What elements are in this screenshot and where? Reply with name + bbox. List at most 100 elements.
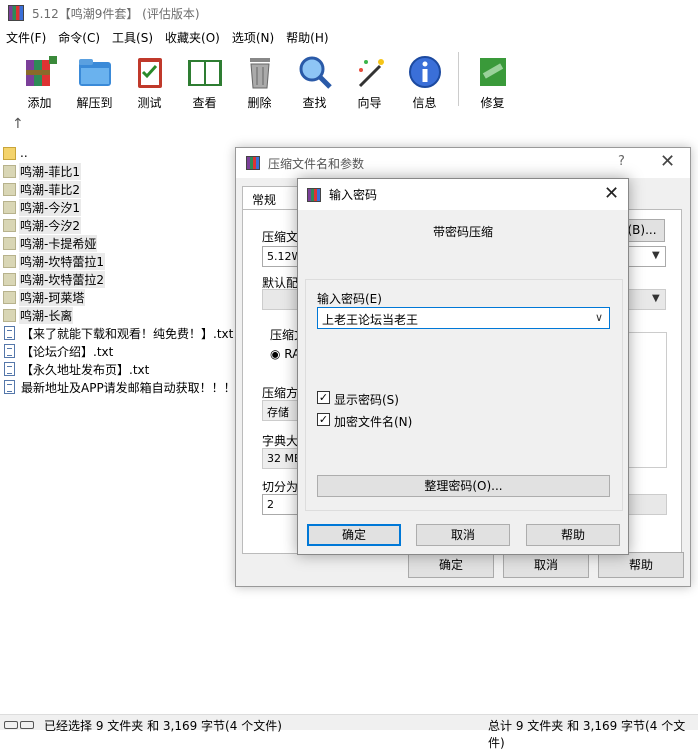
list-item[interactable]: 【来了就能下载和观看！纯免费！】.txt (0, 324, 240, 342)
encrypt-names-label: 加密文件名(N) (334, 415, 413, 429)
file-list: .. 鸣潮-菲比1 鸣潮-菲比2 鸣潮-今汐1 鸣潮-今汐2 鸣潮-卡提希娅 鸣… (0, 144, 240, 714)
status-total: 总计 9 文件夹 和 3,169 字节(4 个文件) (488, 719, 686, 750)
drive-key-icon (4, 718, 38, 729)
wizard-button[interactable]: 向导 (342, 48, 397, 111)
list-item[interactable]: 鸣潮-珂莱塔 (0, 288, 240, 306)
status-bar: 已经选择 9 文件夹 和 3,169 字节(4 个文件) 总计 9 文件夹 和 … (0, 714, 698, 750)
chevron-down-icon: ▼ (652, 293, 660, 304)
view-label: 查看 (192, 96, 217, 110)
folder-icon (3, 236, 16, 250)
add-label: 添加 (27, 96, 52, 110)
info-icon (407, 54, 443, 90)
find-button[interactable]: 查找 (287, 48, 342, 111)
delete-label: 删除 (247, 96, 272, 110)
menu-help[interactable]: 帮助(H) (280, 29, 334, 46)
list-item[interactable]: 鸣潮-长离 (0, 306, 240, 324)
repair-label: 修复 (480, 96, 505, 110)
extract-label: 解压到 (76, 96, 113, 110)
chevron-down-icon[interactable]: ∨ (595, 311, 603, 324)
menu-options[interactable]: 选项(N) (226, 29, 280, 46)
folder-icon (3, 290, 16, 304)
info-button[interactable]: 信息 (397, 48, 452, 111)
file-name: 【来了就能下载和观看！纯免费！】.txt (21, 326, 234, 341)
text-file-icon (4, 326, 15, 340)
magnifier-icon (297, 54, 333, 90)
dictionary-size-select[interactable]: 32 MB (262, 448, 302, 469)
list-item[interactable]: 鸣潮-菲比2 (0, 180, 240, 198)
file-name: 【论坛介绍】.txt (21, 344, 114, 359)
info-label: 信息 (412, 96, 437, 110)
menu-favorites[interactable]: 收藏夹(O) (159, 29, 226, 46)
archive-name-label: 压缩文 (262, 230, 299, 244)
list-item[interactable]: .. (0, 144, 240, 162)
view-button[interactable]: 查看 (177, 48, 232, 111)
password-cancel-button[interactable]: 取消 (416, 524, 510, 546)
add-button[interactable]: 添加 (12, 48, 67, 111)
add-archive-icon (22, 54, 58, 90)
text-file-icon (4, 344, 15, 358)
archive-help-button[interactable]: 帮助 (598, 552, 684, 578)
file-name: .. (20, 146, 28, 160)
up-one-level-button[interactable]: ↑ (12, 116, 24, 132)
list-item[interactable]: 鸣潮-坎特蕾拉2 (0, 270, 240, 288)
test-label: 测试 (137, 96, 162, 110)
list-item[interactable]: 鸣潮-卡提希娅 (0, 234, 240, 252)
window-title: 5.12【鸣潮9件套】 (评估版本) (32, 6, 200, 21)
toolbar-separator (458, 52, 459, 106)
status-selected: 已经选择 9 文件夹 和 3,169 字节(4 个文件) (44, 719, 282, 733)
folder-icon (3, 272, 16, 286)
set-password-button[interactable] (627, 494, 667, 515)
options-group (627, 332, 667, 468)
file-name: 鸣潮-长离 (19, 306, 74, 324)
file-name: 鸣潮-菲比1 (19, 162, 81, 180)
password-ok-button[interactable]: 确定 (307, 524, 401, 546)
chevron-down-icon: ▼ (652, 250, 660, 261)
organize-passwords-button[interactable]: 整理密码(O)... (317, 475, 610, 497)
repair-button[interactable]: 修复 (465, 48, 520, 111)
help-question-button[interactable]: ? (618, 154, 625, 169)
winrar-app-icon (8, 5, 24, 21)
folder-icon (3, 254, 16, 268)
winrar-window: 5.12【鸣潮9件套】 (评估版本) 文件(F) 命令(C) 工具(S) 收藏夹… (0, 0, 698, 750)
menu-commands[interactable]: 命令(C) (52, 29, 106, 46)
test-button[interactable]: 测试 (122, 48, 177, 111)
extract-button[interactable]: 解压到 (67, 48, 122, 111)
list-item[interactable]: 鸣潮-今汐1 (0, 198, 240, 216)
tab-general[interactable]: 常规 (242, 186, 298, 210)
rar-format-radio[interactable]: ◉ RA (270, 347, 300, 361)
view-book-icon (187, 54, 223, 90)
password-input[interactable]: 上老王论坛当老王 (317, 307, 610, 329)
list-item[interactable]: 【论坛介绍】.txt (0, 342, 240, 360)
show-password-checkbox[interactable]: ✓ (317, 391, 330, 404)
toolbar: 添加 解压到 测试 查看 删除 查找 向导 信息 修复 (0, 48, 698, 114)
file-name: 鸣潮-珂莱塔 (19, 288, 86, 306)
menu-bar: 文件(F) 命令(C) 工具(S) 收藏夹(O) 选项(N) 帮助(H) (0, 26, 698, 48)
archive-cancel-button[interactable]: 取消 (503, 552, 589, 578)
wizard-label: 向导 (357, 96, 382, 110)
file-name: 鸣潮-今汐2 (19, 216, 81, 234)
password-dialog-title: 输入密码 (329, 188, 378, 202)
list-item[interactable]: 最新地址及APP请发邮箱自动获取！！！. (0, 378, 240, 396)
menu-tools[interactable]: 工具(S) (106, 29, 159, 46)
list-item[interactable]: 【永久地址发布页】.txt (0, 360, 240, 378)
password-dialog: 输入密码 ✕ 带密码压缩 输入密码(E) 上老王论坛当老王 ∨ ✓ 显示密码(S… (297, 178, 629, 555)
repair-icon (475, 54, 511, 90)
list-item[interactable]: 鸣潮-菲比1 (0, 162, 240, 180)
split-volumes-field[interactable]: 2 (262, 494, 302, 515)
list-item[interactable]: 鸣潮-坎特蕾拉1 (0, 252, 240, 270)
archive-ok-button[interactable]: 确定 (408, 552, 494, 578)
encrypt-names-checkbox[interactable]: ✓ (317, 413, 330, 426)
file-name: 鸣潮-卡提希娅 (19, 234, 98, 252)
archive-dialog-close-button[interactable]: ✕ (660, 151, 675, 172)
password-help-button[interactable]: 帮助 (526, 524, 620, 546)
file-name: 【永久地址发布页】.txt (21, 362, 150, 377)
dictionary-size-label: 字典大 (262, 434, 299, 448)
password-dialog-heading: 带密码压缩 (432, 225, 493, 239)
delete-button[interactable]: 删除 (232, 48, 287, 111)
menu-file[interactable]: 文件(F) (0, 29, 52, 46)
password-dialog-close-button[interactable]: ✕ (604, 183, 619, 204)
password-label: 输入密码(E) (317, 292, 382, 306)
list-item[interactable]: 鸣潮-今汐2 (0, 216, 240, 234)
compression-method-select[interactable]: 存储 (262, 400, 302, 421)
password-dialog-titlebar: 输入密码 (298, 179, 628, 210)
